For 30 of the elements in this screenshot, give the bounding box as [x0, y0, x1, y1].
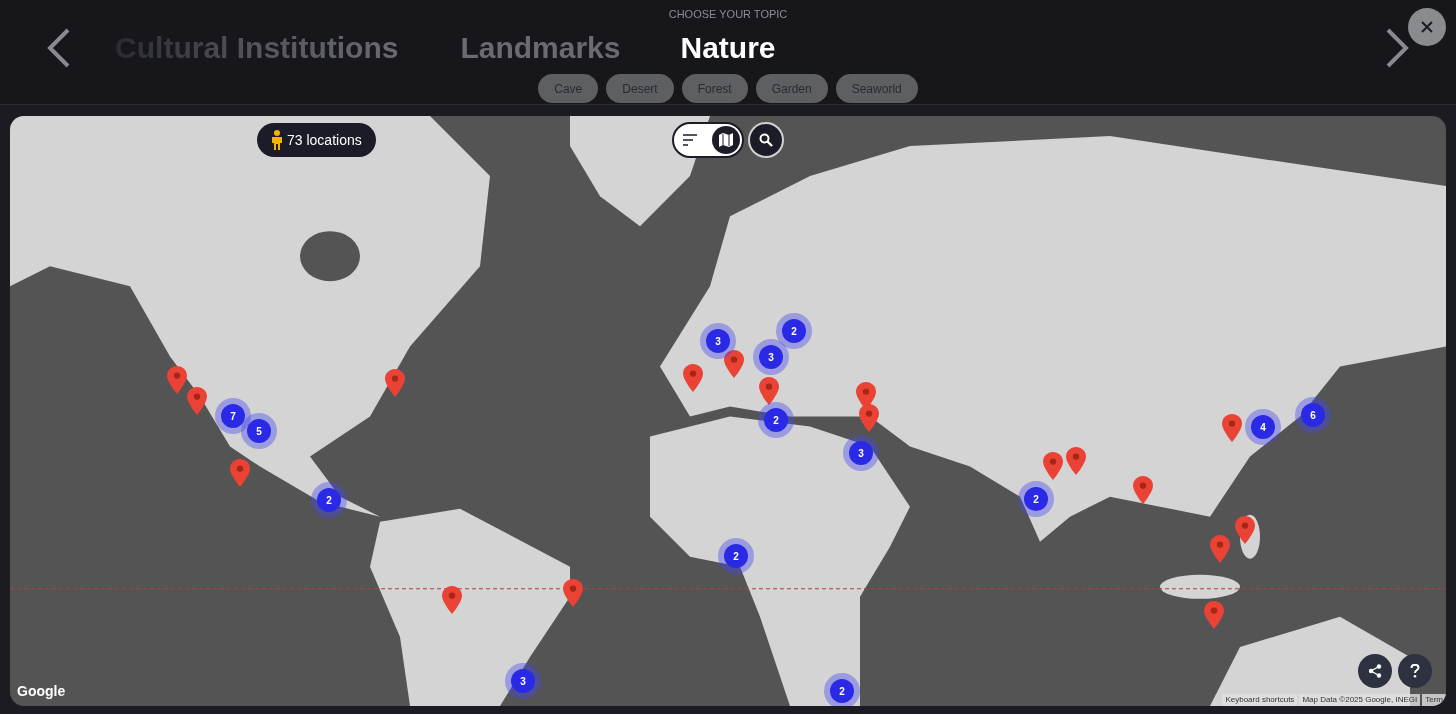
keyboard-shortcuts-link[interactable]: Keyboard shortcuts [1222, 694, 1298, 706]
map-pin-icon[interactable] [759, 377, 779, 405]
map-pin-icon[interactable] [167, 366, 187, 394]
map-pin-icon[interactable] [563, 579, 583, 607]
map-view-button[interactable] [712, 126, 740, 154]
share-icon [1368, 664, 1382, 678]
map-logo: Google [17, 682, 66, 701]
map-pin-icon[interactable] [187, 387, 207, 415]
map-icon [719, 133, 733, 147]
map-pin-icon[interactable] [1066, 447, 1086, 475]
sort-icon [683, 134, 697, 146]
search-icon [759, 133, 773, 147]
map-attribution: Map Data ©2025 Google, INEGI [1299, 694, 1421, 706]
map-pin-icon[interactable] [859, 404, 879, 432]
map-pin-icon[interactable] [1133, 476, 1153, 504]
map-pin-icon[interactable] [385, 369, 405, 397]
person-icon [271, 130, 283, 150]
map-attribution: Term [1422, 694, 1446, 706]
help-icon [1410, 664, 1420, 678]
map-pin-icon[interactable] [442, 586, 462, 614]
map-pin-icon[interactable] [683, 364, 703, 392]
locations-count: 73 locations [287, 130, 362, 150]
map-pin-icon[interactable] [1043, 452, 1063, 480]
close-icon [1420, 20, 1434, 34]
map-pin-icon[interactable] [724, 350, 744, 378]
topic-tab[interactable]: Nature [680, 33, 776, 63]
close-button[interactable] [1408, 8, 1446, 46]
topic-caption: CHOOSE YOUR TOPIC [668, 9, 788, 20]
map-pin-icon[interactable] [1222, 414, 1242, 442]
map-pin-icon[interactable] [1235, 516, 1255, 544]
